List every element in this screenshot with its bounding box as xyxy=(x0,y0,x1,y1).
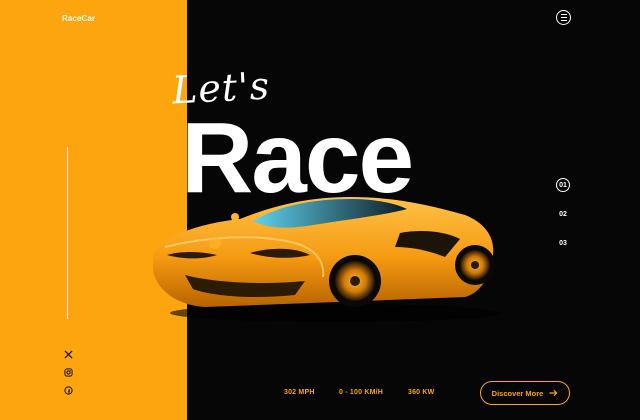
menu-icon xyxy=(560,13,567,22)
instagram-icon[interactable] xyxy=(62,366,74,378)
facebook-icon[interactable] xyxy=(62,384,74,396)
slide-indicator-03[interactable]: 03 xyxy=(556,236,570,250)
discover-more-button[interactable]: Discover More xyxy=(480,381,570,405)
slide-indicator-01[interactable]: 01 xyxy=(556,178,570,192)
stat-top-speed: 302 MPH xyxy=(284,389,315,396)
brand-logo[interactable]: RaceCar xyxy=(62,14,95,23)
x-icon[interactable] xyxy=(62,348,74,360)
stat-power: 360 KW xyxy=(408,389,435,396)
arrow-right-icon xyxy=(549,389,558,397)
vertical-divider xyxy=(67,147,68,319)
discover-more-label: Discover More xyxy=(491,388,544,398)
menu-button[interactable] xyxy=(556,10,571,25)
page: RaceCar Let's Race 01 02 03 302 MPH 0 - … xyxy=(0,0,640,420)
slide-indicator-02[interactable]: 02 xyxy=(556,207,570,221)
sports-car-image xyxy=(153,197,500,322)
stat-acceleration: 0 - 100 KM/H xyxy=(339,389,384,396)
